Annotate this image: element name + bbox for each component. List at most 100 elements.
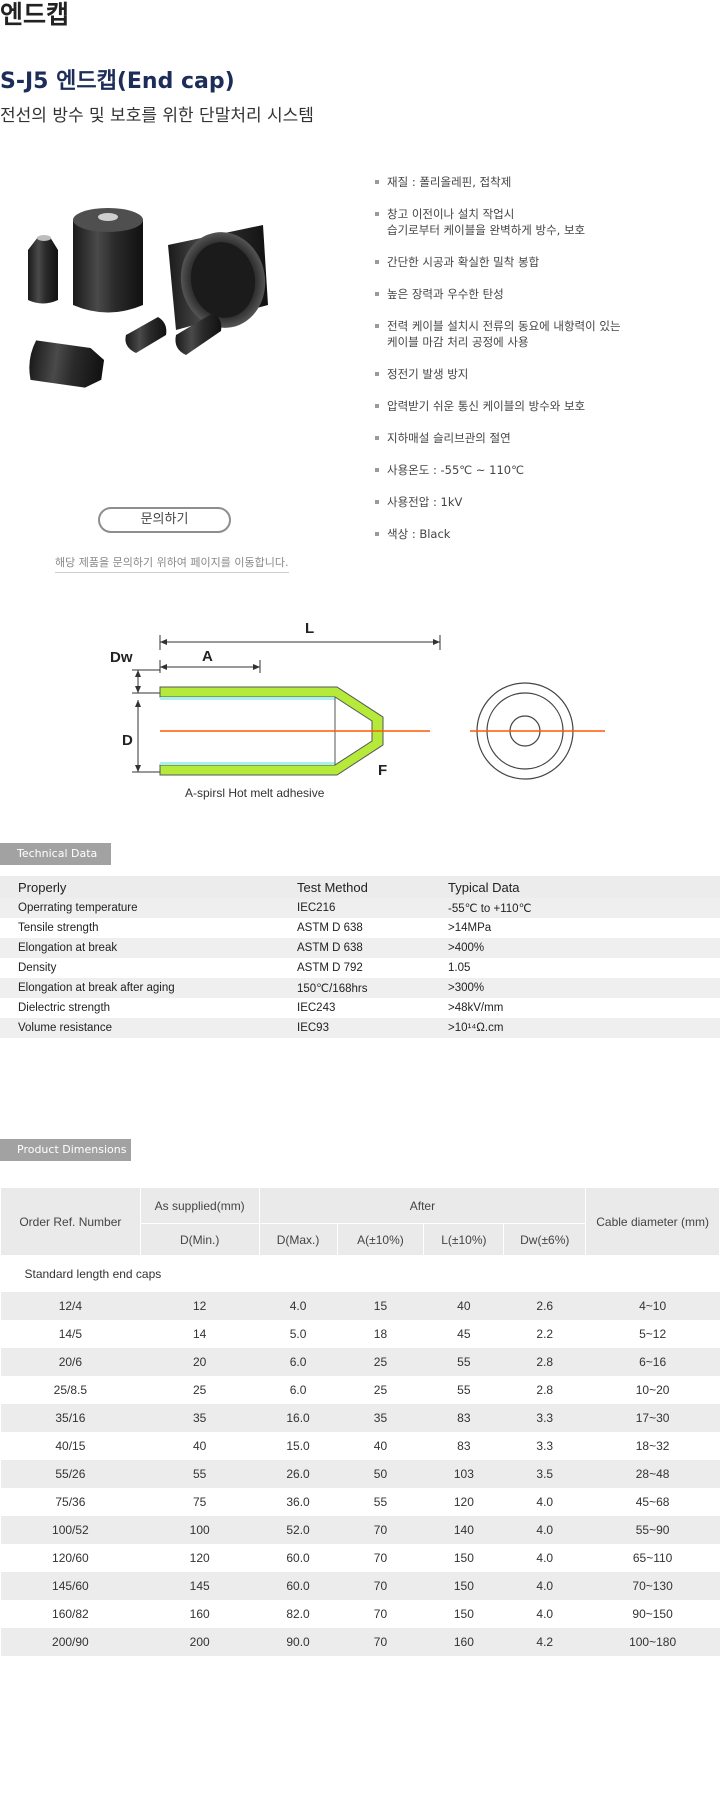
table-cell: 140 <box>423 1515 504 1544</box>
table-cell: 6.0 <box>259 1375 338 1404</box>
table-cell: 160 <box>140 1599 260 1628</box>
table-cell: 4.0 <box>503 1487 586 1516</box>
horizontal-cap <box>29 340 105 388</box>
table-cell: 4.0 <box>259 1291 338 1320</box>
table-cell: 45~68 <box>585 1487 720 1516</box>
table-cell: 70 <box>337 1627 424 1656</box>
table-cell: 6.0 <box>259 1347 338 1376</box>
feature-item: 재질 : 폴리올레핀, 접착제 <box>375 174 715 190</box>
table-row: Elongation at break after aging 150℃/168h… <box>0 978 720 998</box>
table-row: 35/16 35 16.0 35 83 3.3 17~30 <box>0 1403 720 1432</box>
table-cell: 35 <box>140 1403 260 1432</box>
table-cell: 200/90 <box>0 1627 141 1656</box>
table-cell: 145 <box>140 1571 260 1600</box>
table-cell: 103 <box>423 1459 504 1488</box>
col-header-order: Order Ref. Number <box>0 1187 141 1256</box>
table-cell: 17~30 <box>585 1403 720 1432</box>
table-cell: >14MPa <box>430 918 720 938</box>
table-header-row: Order Ref. Number As supplied(mm) After … <box>0 1187 720 1256</box>
feature-item: 지하매설 슬리브관의 절연 <box>375 430 715 446</box>
table-cell: >300% <box>430 978 720 998</box>
table-cell: 60.0 <box>259 1543 338 1572</box>
table-cell: 4.0 <box>503 1515 586 1544</box>
table-cell: 10~20 <box>585 1375 720 1404</box>
table-cell: 160/82 <box>0 1599 141 1628</box>
table-cell: 25 <box>337 1375 424 1404</box>
table-cell: 6~16 <box>585 1347 720 1376</box>
table-cell: 25/8.5 <box>0 1375 141 1404</box>
table-row: 100/52 100 52.0 70 140 4.0 55~90 <box>0 1515 720 1544</box>
table-cell: Density <box>0 958 279 978</box>
table-cell: 15 <box>337 1291 424 1320</box>
col-header-a: A(±10%) <box>336 1223 425 1256</box>
table-cell: 2.6 <box>503 1291 586 1320</box>
inquiry-note[interactable]: 해당 제품을 문의하기 위하여 페이지를 이동합니다. <box>55 554 289 573</box>
table-cell: ASTM D 638 <box>279 918 430 938</box>
table-cell: 120/60 <box>0 1543 141 1572</box>
table-cell: 60.0 <box>259 1571 338 1600</box>
adhesive-strip <box>160 697 335 700</box>
table-cell: >10¹⁴Ω.cm <box>430 1018 720 1038</box>
table-cell: 55 <box>140 1459 260 1488</box>
table-cell: Elongation at break <box>0 938 279 958</box>
table-cell: 90.0 <box>259 1627 338 1656</box>
table-cell: 75/36 <box>0 1487 141 1516</box>
table-cell: IEC243 <box>279 998 430 1018</box>
table-cell: 150℃/168hrs <box>279 978 430 998</box>
table-row: Dielectric strength IEC243 >48kV/mm <box>0 998 720 1018</box>
table-cell: >48kV/mm <box>430 998 720 1018</box>
table-cell: 100~180 <box>585 1627 720 1656</box>
table-cell: 100/52 <box>0 1515 141 1544</box>
group-label: Standard length end caps <box>0 1255 720 1292</box>
table-cell: 150 <box>423 1571 504 1600</box>
col-header-after: After <box>258 1187 587 1224</box>
product-name: S-J5 엔드캡(End cap) <box>0 69 235 94</box>
feature-item: 높은 장력과 우수한 탄성 <box>375 286 715 302</box>
feature-item: 사용전압 : 1kV <box>375 494 715 510</box>
feature-item: 정전기 발생 방지 <box>375 366 715 382</box>
table-cell: 1.05 <box>430 958 720 978</box>
feature-item: 색상 : Black <box>375 526 715 542</box>
label-L: L <box>305 620 314 637</box>
table-cell: 12/4 <box>0 1291 141 1320</box>
table-row: Tensile strength ASTM D 638 >14MPa <box>0 918 720 938</box>
feature-list: 재질 : 폴리올레핀, 접착제 창고 이전이나 설치 작업시 습기로부터 케이블을… <box>375 174 715 558</box>
inquiry-button[interactable]: 문의하기 <box>98 507 231 533</box>
table-cell: 2.2 <box>503 1319 586 1348</box>
table-cell: 160 <box>423 1627 504 1656</box>
small-cap-1 <box>125 317 167 353</box>
table-cell: 70 <box>337 1571 424 1600</box>
table-cell: 3.5 <box>503 1459 586 1488</box>
table-cell: 70 <box>337 1515 424 1544</box>
table-cell: 26.0 <box>259 1459 338 1488</box>
table-header-row: Properly Test Method Typical Data <box>0 876 720 898</box>
table-cell: 3.3 <box>503 1431 586 1460</box>
table-row: 75/36 75 36.0 55 120 4.0 45~68 <box>0 1487 720 1516</box>
technical-data-tab: Technical Data <box>0 843 111 865</box>
table-row: 40/15 40 15.0 40 83 3.3 18~32 <box>0 1431 720 1460</box>
table-cell: 145/60 <box>0 1571 141 1600</box>
table-cell: Tensile strength <box>0 918 279 938</box>
table-cell: 28~48 <box>585 1459 720 1488</box>
feature-item: 전력 케이블 설치시 전류의 동요에 내항력이 있는 케이블 마감 처리 공정에 … <box>375 318 715 350</box>
table-cell: 100 <box>140 1515 260 1544</box>
table-cell: >400% <box>430 938 720 958</box>
table-cell: 4.0 <box>503 1543 586 1572</box>
table-cell: 4~10 <box>585 1291 720 1320</box>
table-cell: 55 <box>337 1487 424 1516</box>
table-row: 160/82 160 82.0 70 150 4.0 90~150 <box>0 1599 720 1628</box>
table-cell: 65~110 <box>585 1543 720 1572</box>
label-D: D <box>122 732 133 749</box>
table-cell: Dielectric strength <box>0 998 279 1018</box>
table-cell: IEC216 <box>279 898 430 918</box>
table-cell: 4.0 <box>503 1571 586 1600</box>
product-dimensions-tab: Product Dimensions <box>0 1139 131 1161</box>
dimension-diagram: L A Dw D F A-spirsl Hot melt adhesive <box>110 620 605 800</box>
table-cell: 83 <box>423 1431 504 1460</box>
table-row: Density ASTM D 792 1.05 <box>0 958 720 978</box>
col-header: Properly <box>0 876 279 898</box>
product-photo <box>28 208 268 388</box>
table-cell: 40 <box>423 1291 504 1320</box>
table-cell: IEC93 <box>279 1018 430 1038</box>
label-Dw: Dw <box>110 649 133 666</box>
